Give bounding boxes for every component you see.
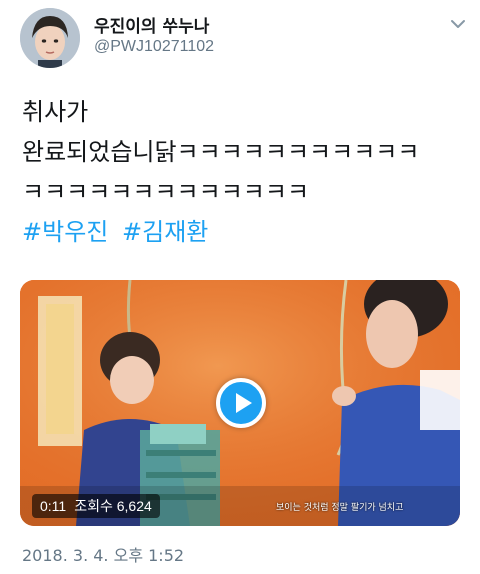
- user-handle[interactable]: @PWJ10271102: [94, 38, 214, 56]
- avatar[interactable]: [20, 8, 80, 68]
- tweet-header: 우진이의 쑤누나 @PWJ10271102: [0, 0, 480, 84]
- hashtag-link[interactable]: #김재환: [122, 218, 208, 246]
- video-duration: 0:11: [40, 498, 67, 514]
- chevron-down-icon[interactable]: [448, 14, 468, 34]
- avatar-image: [20, 8, 80, 68]
- video-meta-badge: 0:11 조회수 6,624: [32, 494, 160, 518]
- play-icon: [236, 393, 252, 413]
- tweet-text: 취사가 완료되었습니닭ㅋㅋㅋㅋㅋㅋㅋㅋㅋㅋㅋ ㅋㅋㅋㅋㅋㅋㅋㅋㅋㅋㅋㅋㅋ #박우…: [22, 92, 462, 252]
- hashtag-row: #박우진 #김재환: [22, 212, 462, 252]
- tweet-timestamp[interactable]: 2018. 3. 4. 오후 1:52: [22, 542, 184, 566]
- view-count: 조회수 6,624: [74, 498, 152, 514]
- play-button[interactable]: [216, 378, 266, 428]
- video-player[interactable]: 0:11 조회수 6,624 보이는 것처럼 정말 팔기가 넘치고: [20, 280, 460, 526]
- display-name[interactable]: 우진이의 쑤누나: [94, 12, 209, 37]
- tweet-line: 취사가: [22, 98, 89, 126]
- video-subtitle: 보이는 것처럼 정말 팔기가 넘치고: [276, 503, 404, 513]
- tweet-line: 완료되었습니닭ㅋㅋㅋㅋㅋㅋㅋㅋㅋㅋㅋ: [22, 138, 420, 166]
- hashtag-link[interactable]: #박우진: [22, 218, 108, 246]
- tweet-line: ㅋㅋㅋㅋㅋㅋㅋㅋㅋㅋㅋㅋㅋ: [22, 178, 310, 206]
